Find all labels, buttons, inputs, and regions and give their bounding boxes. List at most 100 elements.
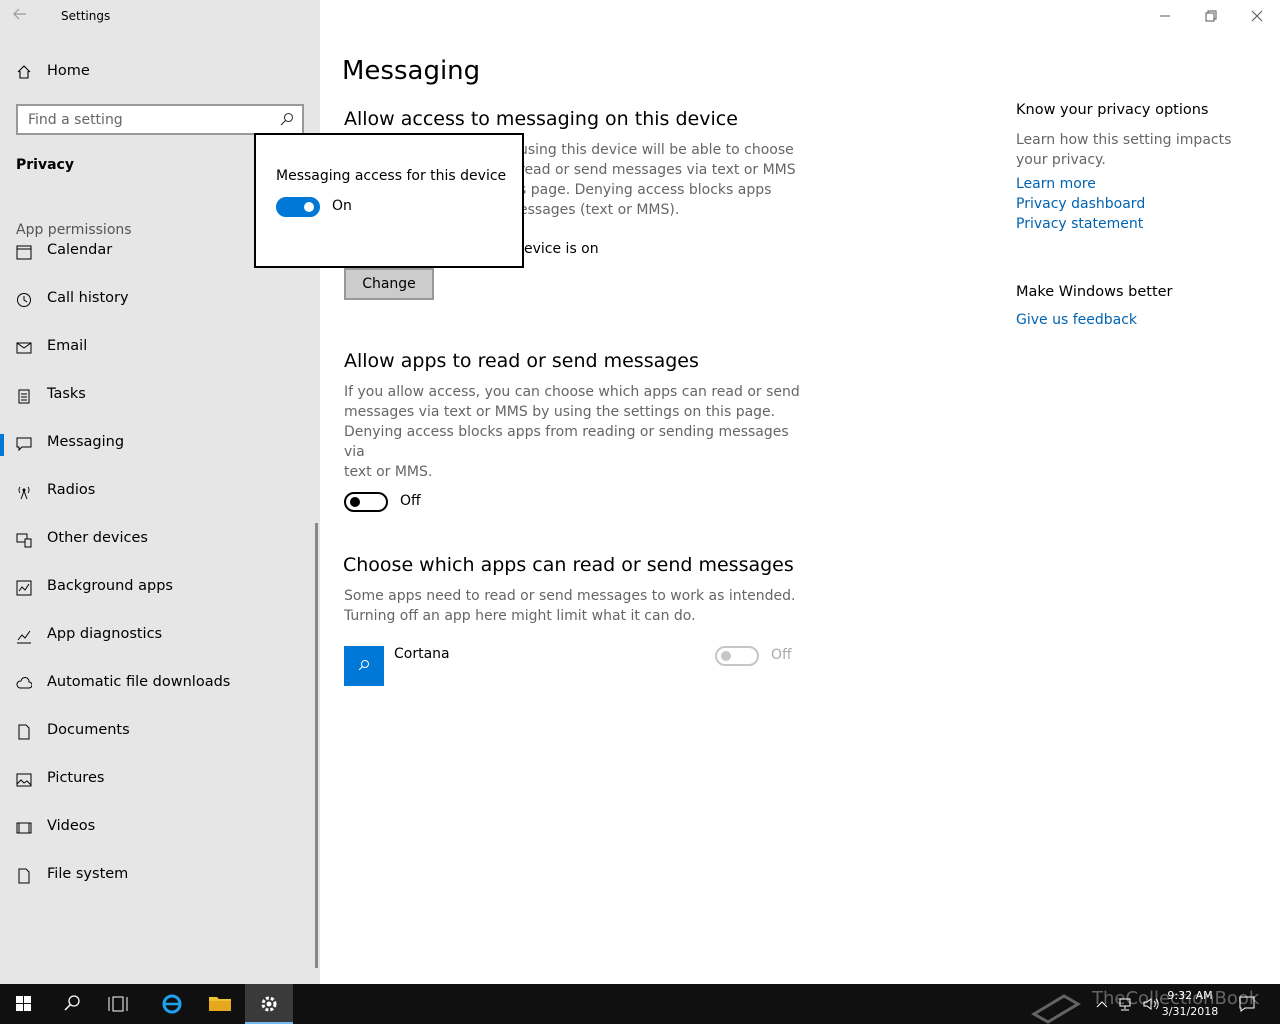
sidebar-item-radios[interactable]: Radios [0, 472, 316, 512]
device-access-description: using this device will be able to choose… [519, 140, 819, 220]
video-icon [16, 822, 32, 834]
change-button[interactable]: Change [344, 268, 434, 300]
devices-icon [16, 533, 32, 548]
home-icon [17, 65, 31, 79]
windows-logo-icon [16, 996, 31, 1011]
page-title: Messaging [342, 56, 481, 86]
sidebar-item-email[interactable]: Email [0, 328, 316, 368]
messaging-access-flyout: Messaging access for this device On [254, 133, 524, 268]
sidebar-item-label: Videos [47, 818, 96, 834]
sidebar-item-pictures[interactable]: Pictures [0, 760, 316, 800]
sidebar-item-call-history[interactable]: Call history [0, 280, 316, 320]
device-messaging-toggle[interactable] [276, 197, 320, 217]
sidebar-item-label: Calendar [47, 242, 113, 258]
picture-icon [16, 773, 32, 787]
taskbar: TheCollectionBook 9:32 AM 3/31/2018 [0, 984, 1280, 1024]
cortana-icon [358, 660, 369, 671]
privacy-dashboard-link[interactable]: Privacy dashboard [1016, 196, 1145, 212]
restore-icon [1205, 10, 1217, 22]
internet-explorer-icon [162, 994, 182, 1014]
back-arrow-icon [13, 8, 26, 20]
background-apps-icon [16, 580, 32, 596]
sidebar-item-file-system[interactable]: File system [0, 856, 316, 896]
sidebar-item-documents[interactable]: Documents [0, 712, 316, 752]
toggle-knob [350, 497, 360, 507]
toggle-knob [721, 651, 731, 661]
search-icon [64, 995, 80, 1011]
home-label: Home [47, 63, 90, 79]
sidebar-item-label: Other devices [47, 530, 148, 546]
task-view-icon [108, 996, 128, 1012]
sidebar-item-automatic-file-downloads[interactable]: Automatic file downloads [0, 664, 316, 704]
privacy-statement-link[interactable]: Privacy statement [1016, 216, 1143, 232]
desc-line: Some apps need to read or send messages … [344, 588, 796, 604]
radio-antenna-icon [18, 486, 30, 500]
clock-date: 3/31/2018 [1161, 1005, 1219, 1018]
allow-apps-description: If you allow access, you can choose whic… [344, 382, 804, 482]
privacy-options-description: Learn how this setting impacts your priv… [1016, 132, 1232, 168]
sidebar-item-label: App diagnostics [47, 626, 163, 642]
restore-button[interactable] [1188, 0, 1234, 32]
device-access-status: evice is on [524, 241, 599, 257]
settings-taskbar-button[interactable] [245, 984, 293, 1024]
sidebar-item-label: Tasks [47, 386, 86, 402]
minimize-button[interactable] [1142, 0, 1188, 32]
learn-more-link[interactable]: Learn more [1016, 176, 1096, 192]
desc-line: using this device will be able to choose [519, 142, 794, 158]
window-title: Settings [61, 9, 111, 23]
device-messaging-toggle-state: On [332, 198, 352, 214]
sidebar-item-messaging[interactable]: Messaging [0, 424, 316, 464]
sidebar-item-label: Documents [47, 722, 130, 738]
search-box[interactable] [16, 104, 304, 135]
cloud-icon [16, 677, 32, 689]
sidebar-item-background-apps[interactable]: Background apps [0, 568, 316, 608]
folder-icon [209, 997, 231, 1011]
sidebar-item-app-diagnostics[interactable]: App diagnostics [0, 616, 316, 656]
desc-line: essages (text or MMS). [519, 202, 680, 218]
message-icon [16, 437, 32, 452]
search-input[interactable] [28, 110, 278, 130]
feedback-link[interactable]: Give us feedback [1016, 312, 1137, 328]
desc-line: If you allow access, you can choose whic… [344, 384, 800, 400]
toggle-knob [304, 202, 314, 212]
task-view-button[interactable] [96, 984, 144, 1024]
desc-line: read or send messages via text or MMS [519, 162, 796, 178]
nav-list: Calendar Call history Email Tasks Messag… [0, 242, 316, 982]
action-center-icon[interactable] [1238, 995, 1256, 1013]
sidebar-item-label: Automatic file downloads [47, 674, 231, 690]
section-heading-device-access: Allow access to messaging on this device [344, 108, 738, 130]
group-heading: App permissions [16, 222, 132, 238]
desc-line: Denying access blocks apps from reading … [344, 424, 789, 460]
search-icon[interactable] [280, 112, 294, 126]
sidebar-home[interactable]: Home [0, 56, 320, 90]
mail-icon [16, 342, 32, 354]
network-icon[interactable] [1118, 996, 1134, 1012]
search-taskbar-button[interactable] [48, 984, 96, 1024]
sidebar-item-label: Background apps [47, 578, 173, 594]
sidebar-scrollbar[interactable] [315, 523, 318, 968]
sidebar-item-videos[interactable]: Videos [0, 808, 316, 848]
cortana-toggle-state: Off [771, 647, 792, 663]
cortana-toggle[interactable] [715, 646, 759, 666]
gear-icon [261, 996, 277, 1012]
sidebar-item-tasks[interactable]: Tasks [0, 376, 316, 416]
section-heading-choose-apps: Choose which apps can read or send messa… [343, 554, 794, 576]
sidebar-item-label: File system [47, 866, 129, 882]
back-button[interactable] [12, 6, 36, 26]
sidebar-item-label: Radios [47, 482, 96, 498]
sidebar-item-other-devices[interactable]: Other devices [0, 520, 316, 560]
chevron-up-icon[interactable] [1094, 996, 1110, 1012]
desc-line: messages via text or MMS by using the se… [344, 404, 776, 420]
book-watermark-icon [1031, 994, 1081, 1024]
desc-line: s page. Denying access blocks apps [519, 182, 772, 198]
allow-apps-toggle[interactable] [344, 492, 388, 512]
diagnostics-icon [17, 630, 31, 644]
make-windows-better-heading: Make Windows better [1016, 284, 1173, 300]
clock[interactable]: 9:32 AM 3/31/2018 [1158, 988, 1222, 1020]
file-icon [18, 868, 30, 884]
internet-explorer-button[interactable] [148, 984, 196, 1024]
close-button[interactable] [1234, 0, 1280, 32]
desc-line: text or MMS. [344, 464, 433, 480]
start-button[interactable] [0, 984, 48, 1024]
file-explorer-button[interactable] [196, 984, 244, 1024]
